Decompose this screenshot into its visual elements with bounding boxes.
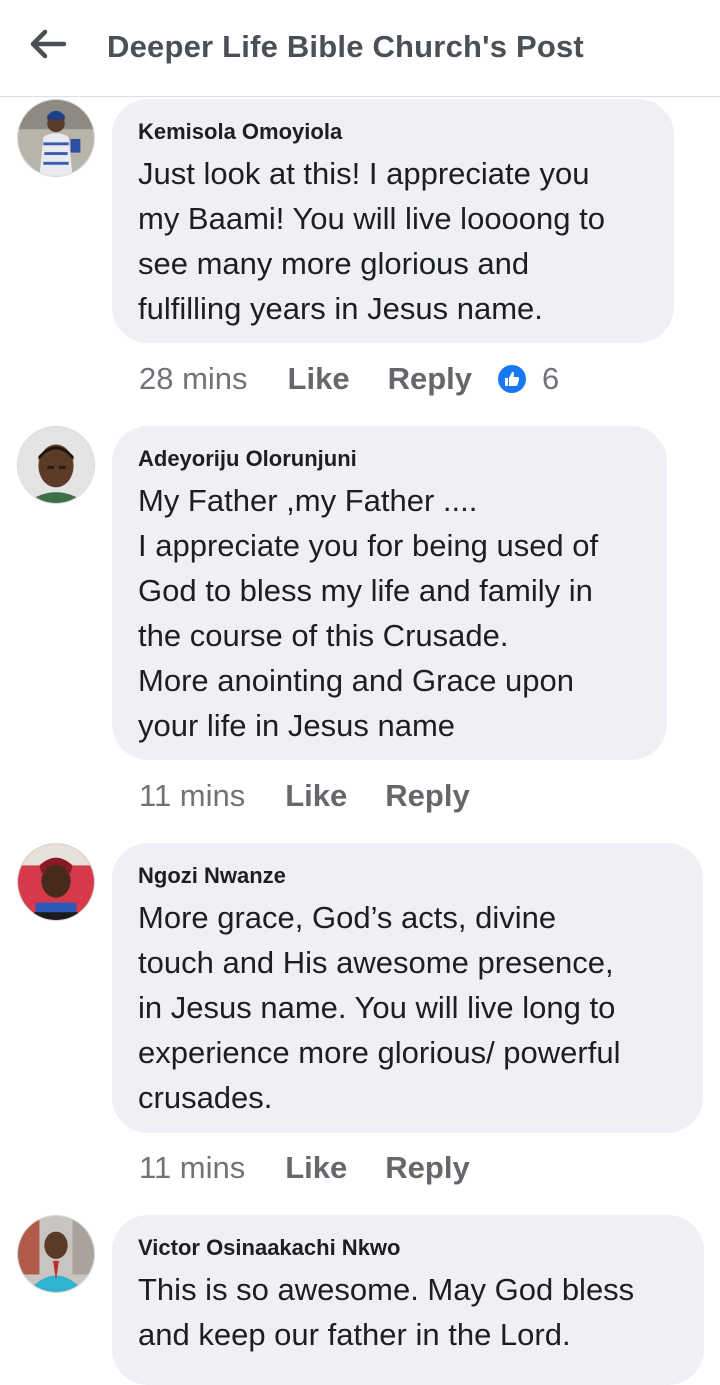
comment-text: More grace, God’s acts, divine touch and… — [138, 900, 621, 1115]
top-bar: Deeper Life Bible Church's Post — [0, 0, 720, 97]
comment-timestamp: 11 mins — [139, 1150, 246, 1185]
page-title: Deeper Life Bible Church's Post — [107, 29, 584, 64]
comment-bubble[interactable]: Kemisola Omoyiola Just look at this! I a… — [112, 99, 674, 343]
reply-button[interactable]: Reply — [388, 361, 472, 397]
reaction-count[interactable]: 6 — [542, 361, 559, 397]
like-button[interactable]: Like — [285, 1150, 347, 1186]
comment-author[interactable]: Ngozi Nwanze — [138, 863, 677, 889]
comment-meta: 11 mins Like Reply — [139, 776, 508, 816]
comment-author[interactable]: Adeyoriju Olorunjuni — [138, 446, 641, 472]
comment-text: This is so awesome. May God bless and ke… — [138, 1272, 635, 1352]
comment-timestamp: 28 mins — [139, 361, 248, 396]
avatar[interactable] — [17, 426, 95, 504]
comment-text: Just look at this! I appreciate you my B… — [138, 156, 605, 326]
reply-button[interactable]: Reply — [385, 1150, 469, 1186]
comment-author[interactable]: Kemisola Omoyiola — [138, 119, 648, 145]
reply-button[interactable]: Reply — [385, 778, 469, 814]
back-button[interactable] — [28, 26, 68, 62]
comment-bubble[interactable]: Ngozi Nwanze More grace, God’s acts, div… — [112, 843, 703, 1133]
avatar[interactable] — [17, 843, 95, 921]
comment-author[interactable]: Victor Osinaakachi Nkwo — [138, 1235, 678, 1261]
back-arrow-icon — [30, 29, 67, 59]
comment-text: My Father ,my Father .... I appreciate y… — [138, 483, 599, 743]
like-button[interactable]: Like — [285, 778, 347, 814]
comment-meta: 11 mins Like Reply — [139, 1148, 508, 1188]
comment-timestamp: 11 mins — [139, 778, 246, 813]
comment-bubble[interactable]: Adeyoriju Olorunjuni My Father ,my Fathe… — [112, 426, 667, 760]
avatar[interactable] — [17, 99, 95, 177]
comment-meta: 28 mins Like Reply 6 — [139, 359, 559, 399]
like-button[interactable]: Like — [288, 361, 350, 397]
comment-bubble[interactable]: Victor Osinaakachi Nkwo This is so aweso… — [112, 1215, 704, 1385]
thumbs-up-icon[interactable] — [496, 363, 528, 395]
avatar[interactable] — [17, 1215, 95, 1293]
